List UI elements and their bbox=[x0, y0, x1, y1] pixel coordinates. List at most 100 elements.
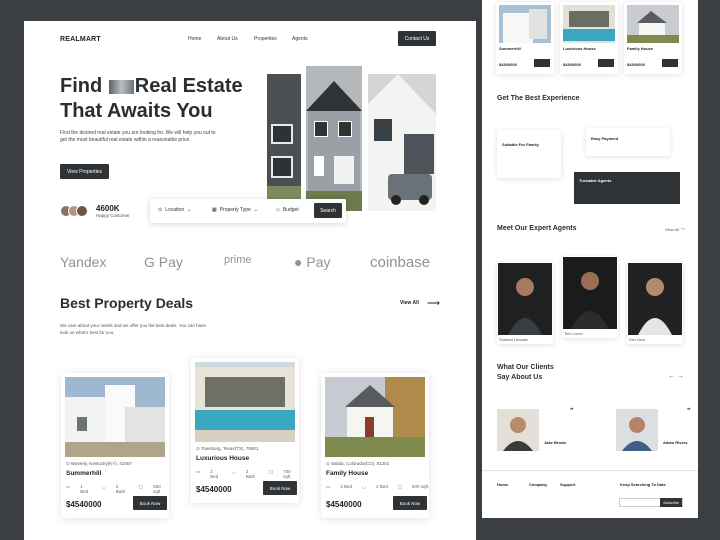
nav-about[interactable]: About Us bbox=[217, 36, 238, 42]
location-pin-icon: ⊙ bbox=[66, 461, 70, 466]
property-price: $4540000 bbox=[326, 500, 362, 509]
book-now-button[interactable] bbox=[662, 59, 678, 67]
book-now-button[interactable] bbox=[534, 59, 550, 67]
mini-card[interactable]: Summerhill $4540000 bbox=[496, 2, 554, 74]
experience-card: Suitable For Family bbox=[497, 130, 561, 178]
view-all-link[interactable]: View All bbox=[400, 300, 419, 306]
property-card[interactable]: ⊙ Waverly, Kentucky(KY), 42467 Summerhil… bbox=[61, 373, 169, 518]
quote-icon: ❞ bbox=[570, 408, 574, 415]
experience-card: Easy Payment bbox=[586, 128, 670, 156]
partner-gpay: G Pay bbox=[144, 254, 183, 270]
agent-card[interactable]: Shahed Hossain bbox=[497, 262, 553, 344]
property-image bbox=[65, 377, 165, 457]
location-pin-icon: ⊙ bbox=[158, 207, 163, 213]
book-now-button[interactable]: Book Now bbox=[393, 496, 427, 510]
inline-house-image bbox=[108, 79, 134, 94]
search-bar: ⊙ Location ⌄ ▦ Property Type ⌄ ◇ Budget Searc… bbox=[150, 199, 346, 223]
client-photo bbox=[497, 409, 539, 451]
book-now-button[interactable]: Book Now bbox=[133, 496, 167, 510]
property-type-select[interactable]: ▦ Property Type ⌄ bbox=[212, 207, 258, 213]
customer-avatars bbox=[60, 205, 88, 217]
clients-title: What Our Clients Say About Us bbox=[497, 364, 554, 381]
location-pin-icon: ⊙ bbox=[196, 446, 200, 451]
experience-title: Get The Best Experience bbox=[497, 95, 580, 102]
property-price: $4540000 bbox=[196, 485, 232, 494]
property-image bbox=[195, 362, 295, 442]
mini-card[interactable]: Family House $4540000 bbox=[624, 2, 682, 74]
property-price: $4540000 bbox=[66, 500, 102, 509]
tag-icon: ◇ bbox=[276, 207, 280, 213]
book-now-button[interactable]: Book Now bbox=[263, 481, 297, 495]
hero-title: Find Real Estate That Awaits You bbox=[60, 75, 243, 122]
agent-photo bbox=[628, 263, 682, 335]
bath-icon: ◡ bbox=[231, 469, 236, 474]
chevron-down-icon: ⌄ bbox=[253, 207, 258, 213]
hero-photo-center bbox=[306, 66, 362, 211]
hero-photo-left bbox=[267, 74, 301, 200]
bed-icon: ▭ bbox=[196, 469, 201, 474]
property-image bbox=[627, 5, 679, 43]
hero-photo-right bbox=[368, 74, 436, 211]
property-card[interactable]: ⊙ Townburg, Texas(TX), 75501 Luxurious H… bbox=[191, 358, 299, 503]
view-properties-button[interactable]: View Properties bbox=[60, 164, 109, 179]
partner-prime: prime bbox=[224, 254, 252, 266]
bed-icon: ▭ bbox=[66, 484, 71, 489]
nav-home[interactable]: Home bbox=[188, 36, 201, 42]
budget-select[interactable]: ◇ Budget bbox=[276, 207, 299, 213]
property-image bbox=[499, 5, 551, 43]
area-icon: ▢ bbox=[397, 484, 402, 489]
location-text: ⊙ Townburg, Texas(TX), 75501 bbox=[196, 446, 259, 451]
agents-view-all[interactable]: View All bbox=[665, 227, 679, 232]
partner-yandex: Yandex bbox=[60, 254, 107, 270]
client-photo bbox=[616, 409, 658, 451]
deals-description: We care about your needs and we offer yo… bbox=[60, 323, 206, 335]
property-image bbox=[563, 5, 615, 43]
customer-count: 4600K bbox=[96, 204, 120, 213]
agent-card[interactable]: Tom Loren bbox=[562, 256, 618, 338]
experience-card-highlighted: Trustable Agents bbox=[574, 172, 680, 204]
hero-description: Find the desired real estate you are loo… bbox=[60, 130, 216, 143]
nav-agents[interactable]: Agents bbox=[292, 36, 308, 42]
property-name: Family House bbox=[326, 470, 369, 477]
subscribe-button[interactable]: Subscribe bbox=[660, 498, 682, 507]
landing-page: REALMART Home About Us Properties Agents… bbox=[24, 21, 476, 540]
location-text: ⊙ Waverly, Kentucky(KY), 42467 bbox=[66, 461, 132, 466]
partner-coinbase: coinbase bbox=[370, 254, 431, 271]
bath-icon: ◡ bbox=[101, 484, 106, 489]
area-icon: ▢ bbox=[138, 484, 144, 489]
area-icon: ▢ bbox=[268, 469, 274, 474]
contact-button[interactable]: Contact Us bbox=[398, 31, 436, 46]
property-features: ▭ 2 Bed ◡ 3 Bath ▢ 700 sqft bbox=[196, 469, 291, 479]
location-select[interactable]: ⊙ Location ⌄ bbox=[158, 207, 191, 213]
chevron-down-icon: ⌄ bbox=[187, 207, 192, 213]
property-name: Luxurious House bbox=[196, 455, 250, 462]
apple-icon: ● bbox=[294, 254, 303, 270]
footer-divider bbox=[482, 470, 698, 471]
avatar bbox=[76, 205, 88, 217]
nav-properties[interactable]: Properties bbox=[254, 36, 277, 42]
mini-card[interactable]: Luxurious House $4540000 bbox=[560, 2, 618, 74]
location-pin-icon: ⊙ bbox=[326, 461, 330, 466]
arrow-right-icon[interactable]: ⟶ bbox=[427, 299, 440, 308]
agent-card[interactable]: Dev Dew bbox=[627, 262, 683, 344]
property-image bbox=[325, 377, 425, 457]
bed-icon: ▭ bbox=[326, 484, 331, 489]
deals-title: Best Property Deals bbox=[60, 295, 194, 311]
search-button[interactable]: Search bbox=[314, 203, 342, 218]
book-now-button[interactable] bbox=[598, 59, 614, 67]
customer-count-label: Happy Customer bbox=[96, 213, 130, 218]
location-text: ⊙ Salida, Colorado(CO), 81201 bbox=[326, 461, 390, 466]
property-features: ▭ 3 Bed ◡ 2 Bed ▢ 500 sqft bbox=[326, 484, 429, 489]
agent-photo bbox=[563, 257, 617, 329]
page-preview-continued: Summerhill $4540000 Luxurious House $454… bbox=[482, 0, 698, 518]
partner-applepay: ● Pay bbox=[294, 254, 331, 270]
property-card[interactable]: ⊙ Salida, Colorado(CO), 81201 Family Hou… bbox=[321, 373, 429, 518]
agent-photo bbox=[498, 263, 552, 335]
property-name: Summerhill bbox=[66, 470, 102, 477]
quote-icon: ❞ bbox=[687, 408, 691, 415]
building-icon: ▦ bbox=[212, 207, 217, 213]
brand-logo[interactable]: REALMART bbox=[60, 36, 101, 43]
arrow-right-icon[interactable]: → bbox=[679, 225, 686, 232]
agents-title: Meet Our Expert Agents bbox=[497, 225, 577, 232]
carousel-arrows-icon[interactable]: ← → bbox=[668, 373, 684, 380]
